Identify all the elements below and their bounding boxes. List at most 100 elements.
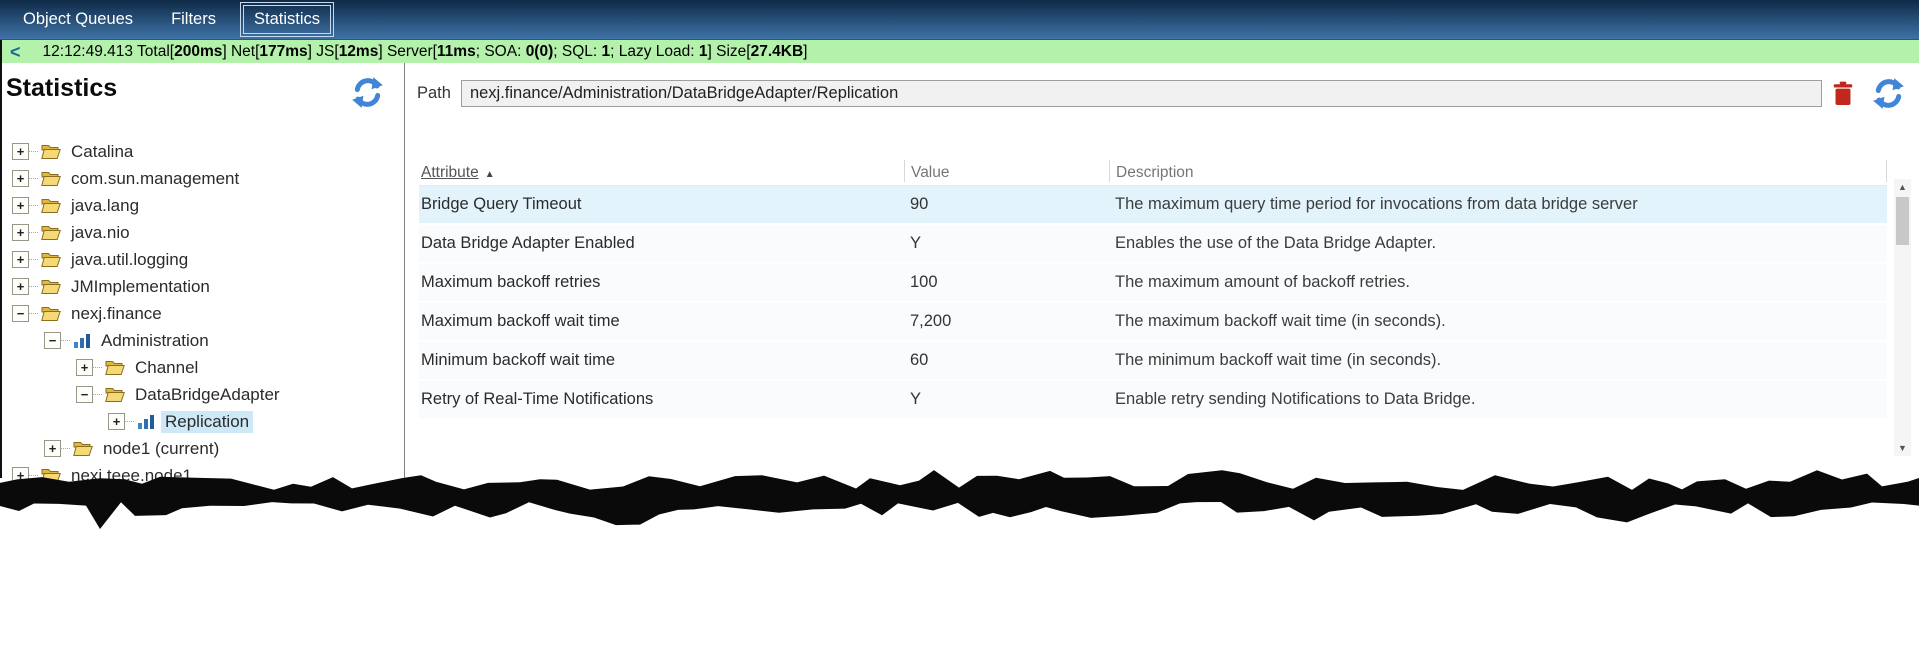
folder-icon — [41, 197, 61, 214]
tree-item[interactable]: + node1 (current) — [2, 435, 404, 462]
table-header: Attribute▲ Value Description — [419, 159, 1887, 185]
tree-item-label[interactable]: com.sun.management — [67, 168, 243, 190]
status-metric-part: ; SOA: — [476, 43, 526, 60]
scroll-up-icon[interactable]: ▲ — [1894, 179, 1911, 195]
tree-expander[interactable]: + — [12, 143, 29, 160]
attributes-table: Attribute▲ Value Description Bridge Quer… — [419, 159, 1887, 420]
folder-icon — [41, 143, 61, 160]
tree-item[interactable]: + JMImplementation — [2, 273, 404, 300]
detail-panel: Path — [405, 63, 1919, 478]
table-row[interactable]: Maximum backoff wait time 7,200 The maxi… — [419, 303, 1887, 342]
tree-expander[interactable]: + — [12, 251, 29, 268]
value-cell: 90 — [904, 195, 1109, 214]
tree-item-label[interactable]: nexj.finance — [67, 303, 166, 325]
tree-connector-line — [29, 151, 38, 152]
table-row[interactable]: Retry of Real-Time Notifications Y Enabl… — [419, 381, 1887, 420]
path-bar: Path — [405, 63, 1919, 111]
tree-expander[interactable]: + — [12, 197, 29, 214]
tree-expander[interactable]: − — [44, 332, 61, 349]
status-metric-part: ] JS[ — [308, 43, 339, 60]
tree-item[interactable]: − DataBridgeAdapter — [2, 381, 404, 408]
table-row[interactable]: Data Bridge Adapter Enabled Y Enables th… — [419, 225, 1887, 264]
tree-item-label[interactable]: DataBridgeAdapter — [131, 384, 284, 406]
tree-indent-guides — [12, 439, 44, 459]
tree-expander[interactable]: + — [44, 440, 61, 457]
back-arrow-icon[interactable]: < — [2, 43, 35, 61]
tree-expander[interactable]: + — [12, 170, 29, 187]
value-cell: 100 — [904, 273, 1109, 292]
status-metric-part: ] Server[ — [378, 43, 437, 60]
table-row[interactable]: Maximum backoff retries 100 The maximum … — [419, 264, 1887, 303]
column-header-value[interactable]: Value — [904, 160, 1109, 182]
tree-connector-line — [125, 421, 134, 422]
tab-object-queues[interactable]: Object Queues — [12, 5, 144, 34]
tree-expander[interactable]: + — [12, 467, 29, 484]
table-row[interactable]: Minimum backoff wait time 60 The minimum… — [419, 342, 1887, 381]
attribute-cell: Minimum backoff wait time — [419, 351, 904, 370]
status-metric-part: ] — [803, 43, 807, 60]
tree-item[interactable]: + Catalina — [2, 138, 404, 165]
tree-item[interactable]: + com.sun.management — [2, 165, 404, 192]
attribute-header-label[interactable]: Attribute — [421, 164, 479, 181]
statistics-tree-panel: Statistics + Catalina + com.sun.man — [2, 63, 405, 478]
description-cell: The minimum backoff wait time (in second… — [1109, 351, 1887, 370]
tree-item[interactable]: + Channel — [2, 354, 404, 381]
tree-expander[interactable]: + — [76, 359, 93, 376]
path-input[interactable] — [461, 80, 1822, 107]
chart-icon — [73, 333, 91, 349]
tab-filters[interactable]: Filters — [160, 5, 227, 34]
tree-expander[interactable]: − — [12, 305, 29, 322]
tree-item-label[interactable]: Channel — [131, 357, 202, 379]
tree-expander[interactable]: + — [12, 224, 29, 241]
status-metric-part: 12:12:49.413 Total[ — [43, 43, 175, 60]
tree-item[interactable]: + Replication — [2, 408, 404, 435]
chart-icon — [137, 414, 155, 430]
description-cell: The maximum amount of backoff retries. — [1109, 273, 1887, 292]
tree-item-label[interactable]: java.lang — [67, 195, 143, 217]
status-metric-part: 12ms — [339, 43, 379, 60]
description-cell: Enable retry sending Notifications to Da… — [1109, 390, 1887, 409]
folder-icon — [41, 305, 61, 322]
scroll-thumb[interactable] — [1896, 197, 1909, 245]
path-refresh-button[interactable] — [1870, 76, 1907, 111]
tree-item[interactable]: + nexj.teee.node1 — [2, 462, 404, 489]
tree-item-label[interactable]: Administration — [97, 330, 213, 352]
delete-button[interactable] — [1832, 80, 1854, 107]
scroll-down-icon[interactable]: ▼ — [1894, 440, 1911, 456]
tree-item[interactable]: + java.util.logging — [2, 246, 404, 273]
tree-expander[interactable]: + — [108, 413, 125, 430]
tree-item-label[interactable]: nexj.teee.node1 — [67, 465, 196, 487]
folder-icon — [73, 440, 93, 457]
tree-item-label[interactable]: java.util.logging — [67, 249, 192, 271]
tree-item-label[interactable]: JMImplementation — [67, 276, 214, 298]
tree-connector-line — [29, 313, 38, 314]
table-row[interactable]: Bridge Query Timeout 90 The maximum quer… — [419, 186, 1887, 225]
column-header-attribute[interactable]: Attribute▲ — [419, 164, 904, 182]
tree-item[interactable]: + java.lang — [2, 192, 404, 219]
tree-connector-line — [29, 259, 38, 260]
tree-item-label[interactable]: Catalina — [67, 141, 137, 163]
status-metric-part: 11ms — [437, 43, 476, 60]
tree-expander[interactable]: + — [12, 278, 29, 295]
tab-statistics[interactable]: Statistics — [243, 5, 331, 34]
tree-item[interactable]: − Administration — [2, 327, 404, 354]
column-header-description[interactable]: Description — [1109, 160, 1887, 182]
tree-expander[interactable]: − — [76, 386, 93, 403]
table-body: Bridge Query Timeout 90 The maximum quer… — [419, 185, 1887, 420]
sidebar-refresh-button[interactable] — [349, 75, 386, 110]
description-cell: The maximum backoff wait time (in second… — [1109, 312, 1887, 331]
folder-icon — [41, 278, 61, 295]
path-label: Path — [417, 84, 451, 103]
tree: + Catalina + com.sun.management + java.l… — [2, 138, 404, 489]
tree-item[interactable]: + java.nio — [2, 219, 404, 246]
tree-item-label[interactable]: java.nio — [67, 222, 134, 244]
status-metric-part: ] Net[ — [222, 43, 259, 60]
tree-item-label[interactable]: Replication — [161, 411, 253, 433]
status-metric-part: 200ms — [174, 43, 222, 60]
tree-item[interactable]: − nexj.finance — [2, 300, 404, 327]
status-metric-part: 0(0) — [526, 43, 554, 60]
table-scrollbar[interactable]: ▲ ▼ — [1894, 179, 1911, 456]
tree-item-label[interactable]: node1 (current) — [99, 438, 223, 460]
tree-connector-line — [29, 178, 38, 179]
folder-icon — [41, 467, 61, 484]
